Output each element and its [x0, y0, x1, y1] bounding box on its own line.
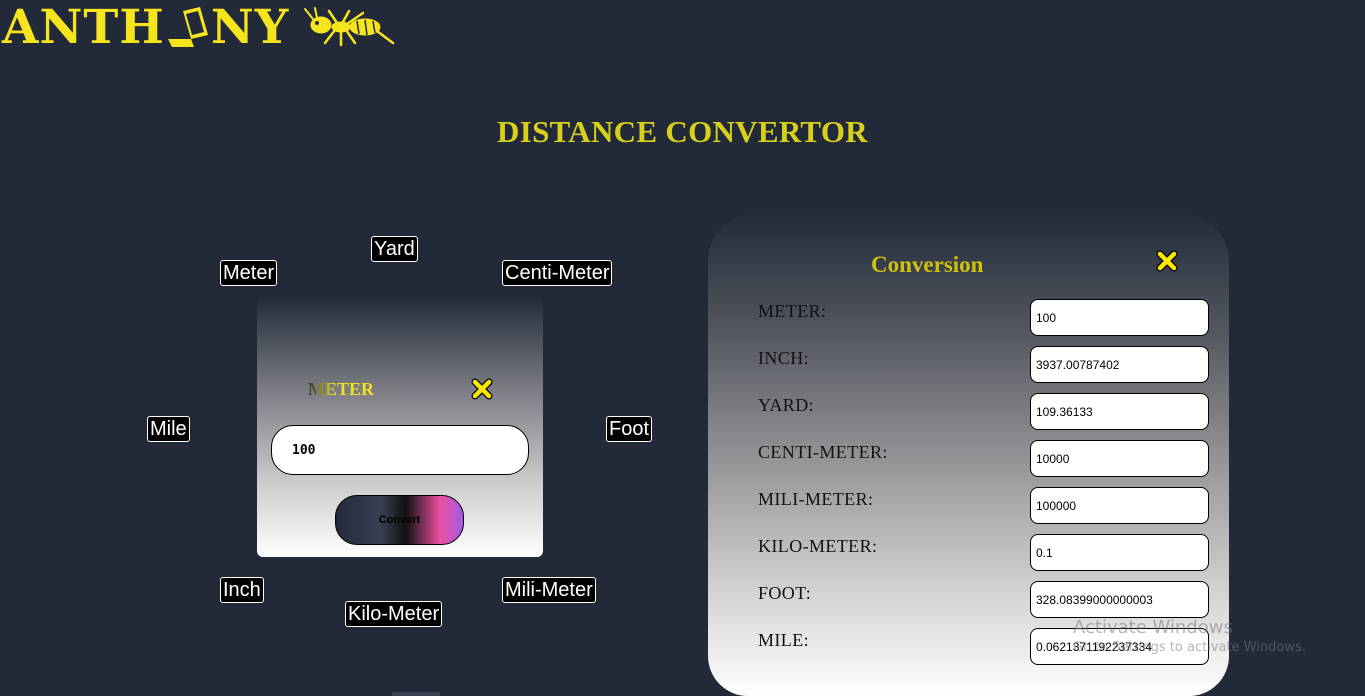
laptop-icon — [166, 5, 210, 51]
unit-chip-centimeter[interactable]: Centi-Meter — [502, 260, 613, 286]
row-label-kilometer: KILO-METER: — [758, 536, 878, 556]
unit-chip-foot[interactable]: Foot — [606, 416, 653, 442]
unit-chip-inch[interactable]: Inch — [220, 577, 264, 603]
row-label-foot: FOOT: — [758, 583, 812, 603]
row-label-meter: METER: — [758, 301, 827, 321]
activate-windows-watermark: Activate Windows Go to Settings to activ… — [1073, 617, 1306, 655]
conversion-title: Conversion — [871, 252, 984, 277]
row-label-centimeter: CENTI-METER: — [758, 442, 888, 462]
convert-button[interactable]: Convert — [335, 495, 464, 545]
watermark-subtitle: Go to Settings to activate Windows. — [1073, 640, 1306, 655]
close-icon[interactable] — [1156, 250, 1178, 272]
row-label-millimeter: MILI-METER: — [758, 489, 874, 509]
row-label-mile: MILE: — [758, 630, 809, 650]
result-foot[interactable] — [1030, 581, 1209, 618]
logo-text-end: NY — [210, 0, 290, 55]
unit-chip-kilometer[interactable]: Kilo-Meter — [345, 601, 443, 627]
converter-card: METER Convert — [257, 297, 543, 557]
result-centimeter[interactable] — [1030, 440, 1209, 477]
logo-text-start: ANTH — [2, 0, 165, 55]
watermark-title: Activate Windows — [1073, 617, 1233, 638]
selected-unit-title: METER — [308, 379, 375, 399]
result-inch[interactable] — [1030, 346, 1209, 383]
distance-input[interactable] — [271, 425, 529, 475]
page-title: DISTANCE CONVERTOR — [497, 114, 868, 149]
result-yard[interactable] — [1030, 393, 1209, 430]
result-kilometer[interactable] — [1030, 534, 1209, 571]
close-icon[interactable] — [471, 378, 493, 400]
ant-icon — [303, 6, 395, 52]
row-label-yard: YARD: — [758, 395, 815, 415]
unit-chip-yard[interactable]: Yard — [371, 236, 418, 262]
unit-chip-meter[interactable]: Meter — [220, 260, 278, 286]
scroll-indicator — [392, 692, 440, 696]
unit-chip-mile[interactable]: Mile — [147, 416, 190, 442]
result-millimeter[interactable] — [1030, 487, 1209, 524]
row-label-inch: INCH: — [758, 348, 809, 368]
logo: ANTH NY — [2, 2, 395, 54]
unit-chip-millimeter[interactable]: Mili-Meter — [502, 577, 596, 603]
result-meter[interactable] — [1030, 299, 1209, 336]
